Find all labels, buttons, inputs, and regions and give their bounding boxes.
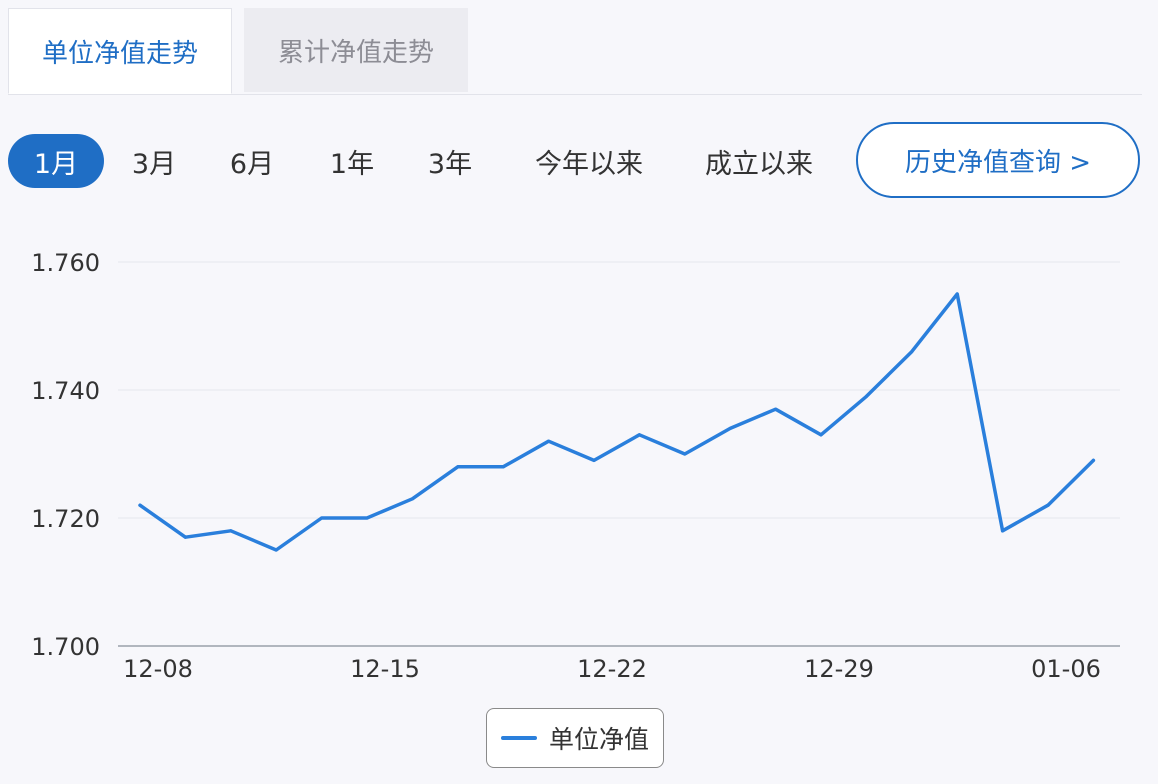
data-point	[501, 465, 505, 469]
data-point	[955, 292, 959, 296]
series-line	[138, 292, 1096, 552]
range-1-month[interactable]: 1月	[8, 134, 104, 188]
tab-bar: 单位净值走势 累计净值走势	[8, 8, 1142, 95]
range-3-years[interactable]: 3年	[412, 134, 488, 188]
legend-line-swatch	[500, 736, 537, 740]
data-point	[864, 394, 868, 398]
x-tick-label: 01-06	[1031, 655, 1101, 683]
data-point	[183, 535, 187, 539]
range-1-year[interactable]: 1年	[314, 134, 390, 188]
range-6-months[interactable]: 6月	[214, 134, 290, 188]
data-point	[728, 426, 732, 430]
y-tick-label: 1.760	[31, 249, 100, 277]
data-point	[592, 458, 596, 462]
data-point	[1091, 458, 1095, 462]
data-point	[229, 529, 233, 533]
legend-label: 单位净值	[548, 725, 649, 754]
x-tick-label: 12-22	[577, 655, 647, 683]
data-point	[910, 350, 914, 354]
tab-cumulative-nav-trend[interactable]: 累计净值走势	[244, 8, 468, 92]
history-nav-query-button[interactable]: 历史净值查询 >	[856, 122, 1140, 198]
data-point	[138, 503, 142, 507]
range-3-months[interactable]: 3月	[116, 134, 192, 188]
range-since-inception[interactable]: 成立以来	[684, 134, 834, 188]
data-point	[274, 548, 278, 552]
nav-line-chart: 1.700 1.720 1.740 1.760 12-08 12-15 12-22 12-29…	[31, 249, 1120, 683]
x-tick-label: 12-08	[123, 655, 193, 683]
y-tick-label: 1.720	[31, 505, 100, 533]
data-point	[774, 407, 778, 411]
data-point	[365, 516, 369, 520]
x-tick-label: 12-15	[350, 655, 420, 683]
data-point	[547, 439, 551, 443]
chart-legend[interactable]: 单位净值	[486, 708, 664, 768]
data-point	[819, 433, 823, 437]
data-point	[683, 452, 687, 456]
data-point	[320, 516, 324, 520]
x-tick-label: 12-29	[804, 655, 874, 683]
data-point	[1046, 503, 1050, 507]
tab-unit-nav-trend[interactable]: 单位净值走势	[8, 8, 232, 94]
range-year-to-date[interactable]: 今年以来	[514, 134, 664, 188]
data-point	[637, 433, 641, 437]
data-point	[456, 465, 460, 469]
y-tick-label: 1.740	[31, 377, 100, 405]
y-tick-label: 1.700	[31, 633, 100, 661]
data-point	[410, 497, 414, 501]
data-point	[1001, 529, 1005, 533]
